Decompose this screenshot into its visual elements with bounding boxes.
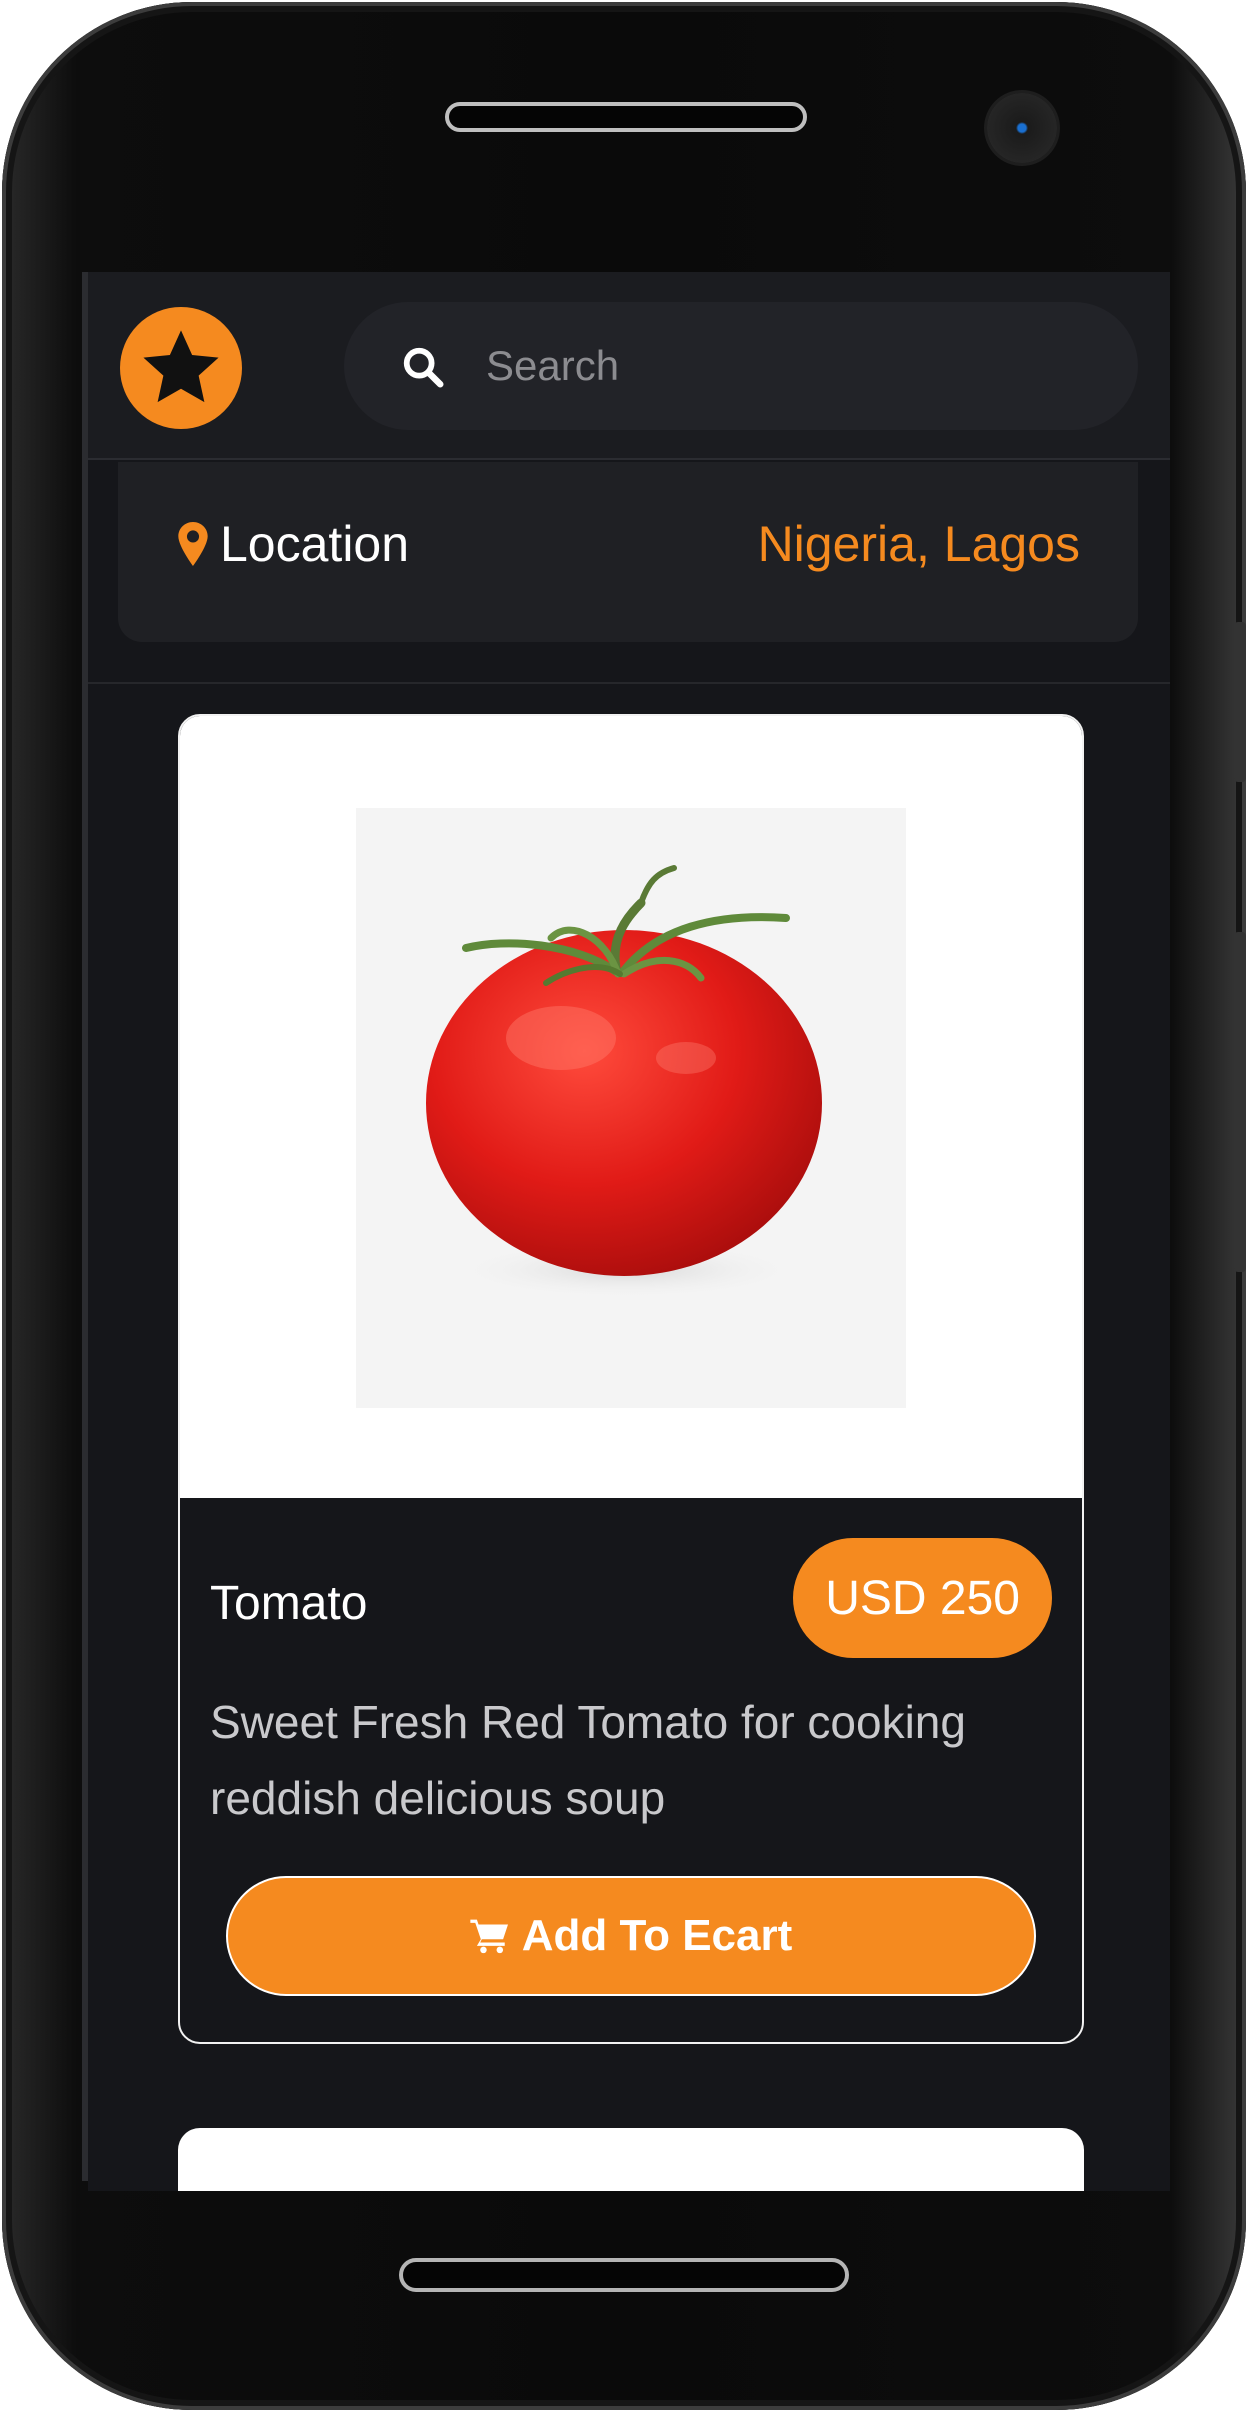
add-to-cart-button[interactable]: Add To Ecart bbox=[226, 1876, 1036, 1996]
search-input[interactable] bbox=[484, 326, 1084, 406]
product-card[interactable]: Tomato USD 250 Sweet Fresh Red Tomato fo… bbox=[178, 714, 1084, 2044]
app-header bbox=[88, 272, 1170, 460]
product-image-area bbox=[180, 716, 1082, 1498]
section-divider bbox=[88, 682, 1170, 684]
location-label: Location bbox=[220, 516, 410, 572]
next-product-card[interactable] bbox=[178, 2128, 1084, 2191]
search-bar[interactable] bbox=[344, 302, 1138, 430]
bottom-speaker bbox=[399, 2258, 849, 2292]
cart-icon bbox=[470, 1919, 508, 1954]
app-screen: Location Nigeria, Lagos bbox=[88, 272, 1170, 2191]
star-icon bbox=[143, 330, 219, 403]
power-button bbox=[1234, 932, 1246, 1272]
product-name[interactable]: Tomato bbox=[210, 1574, 367, 1634]
map-pin-icon bbox=[178, 522, 208, 566]
price-badge: USD 250 bbox=[793, 1538, 1052, 1658]
earpiece-speaker bbox=[445, 102, 807, 132]
app-logo[interactable] bbox=[120, 307, 242, 429]
volume-button bbox=[1234, 622, 1246, 782]
location-value[interactable]: Nigeria, Lagos bbox=[758, 512, 1080, 576]
tomato-image[interactable] bbox=[356, 808, 906, 1408]
front-camera bbox=[987, 93, 1057, 163]
product-description: Sweet Fresh Red Tomato for cooking reddi… bbox=[210, 1696, 966, 1824]
location-bar[interactable]: Location Nigeria, Lagos bbox=[118, 462, 1138, 642]
search-icon[interactable] bbox=[400, 344, 446, 390]
add-to-cart-label: Add To Ecart bbox=[521, 1911, 793, 1960]
